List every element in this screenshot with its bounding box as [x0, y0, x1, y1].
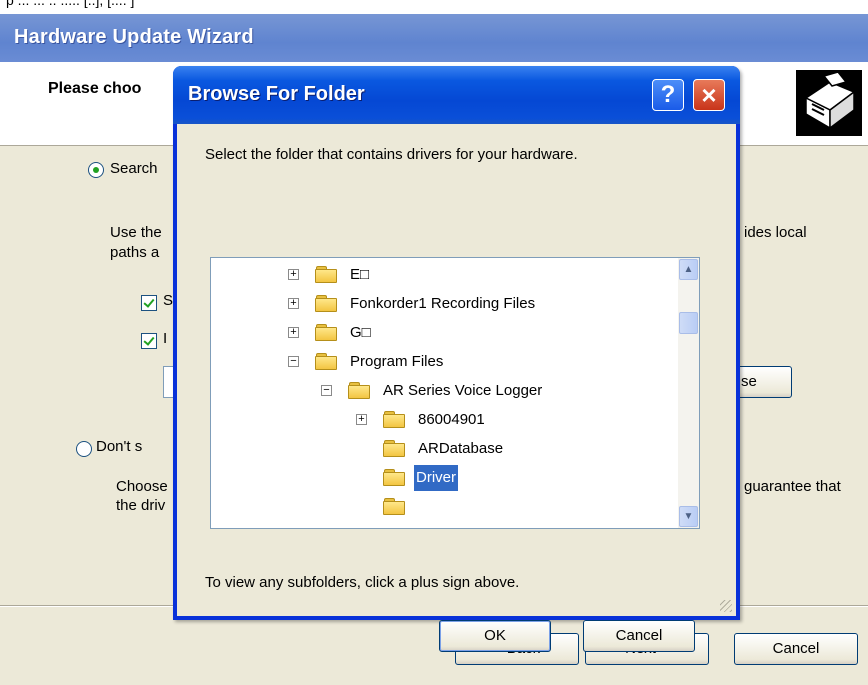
tree-item[interactable]: ARDatabase [211, 436, 671, 462]
tree-item-label: AR Series Voice Logger [383, 382, 543, 399]
scroll-up-icon[interactable]: ▲ [679, 259, 698, 280]
wizard-titlebar[interactable]: Hardware Update Wizard [0, 14, 868, 62]
folder-icon [348, 382, 370, 399]
dont-search-description-right: guarantee that [744, 478, 841, 495]
tree-item-label: G□ [350, 324, 371, 341]
dialog-hint: To view any subfolders, click a plus sig… [205, 574, 520, 591]
collapse-icon[interactable]: − [321, 385, 332, 396]
folder-tree[interactable]: + E□ + Fonkorder1 Recording Files + G□ −… [210, 257, 700, 529]
tree-item[interactable]: + 86004901 [211, 407, 671, 433]
search-description: Use the [110, 224, 162, 241]
scroll-down-icon[interactable]: ▼ [679, 506, 698, 527]
include-location-checkbox[interactable] [141, 333, 157, 349]
folder-icon [383, 498, 405, 515]
tree-item[interactable]: − Program Files [211, 349, 671, 375]
tree-item[interactable]: − AR Series Voice Logger [211, 378, 671, 404]
browse-for-folder-dialog: Browse For Folder ? × Select the folder … [173, 66, 740, 652]
expand-icon[interactable]: + [288, 327, 299, 338]
checkbox-label: I [163, 330, 168, 347]
tree-item-label: Fonkorder1 Recording Files [350, 295, 536, 312]
scroll-thumb[interactable] [679, 312, 698, 334]
background-text: p ... ... .. ..... [..], [.... ] [6, 0, 135, 8]
tree-item[interactable]: + Fonkorder1 Recording Files [211, 291, 671, 317]
resize-grip-icon[interactable] [720, 600, 732, 612]
hardware-icon [796, 70, 862, 136]
tree-item-label: E□ [350, 266, 370, 283]
tree-item-label: Program Files [350, 353, 444, 370]
expand-icon[interactable]: + [288, 269, 299, 280]
dont-search-description: Choose [116, 478, 168, 495]
dont-search-radio[interactable] [76, 441, 92, 457]
folder-icon [315, 353, 337, 370]
ok-button[interactable]: OK [439, 620, 551, 652]
tree-item[interactable]: + E□ [211, 262, 671, 288]
open-folder-icon [383, 469, 405, 486]
search-removable-checkbox[interactable] [141, 295, 157, 311]
search-option-label: Search [110, 160, 158, 177]
expand-icon[interactable]: + [356, 414, 367, 425]
folder-icon [315, 266, 337, 283]
dialog-body: Select the folder that contains drivers … [177, 124, 736, 652]
search-description-right: ides local [744, 224, 807, 241]
tree-item-partial[interactable] [211, 494, 671, 520]
tree-item-label: Driver [414, 465, 458, 491]
folder-icon [315, 324, 337, 341]
expand-icon[interactable]: + [288, 298, 299, 309]
folder-icon [383, 411, 405, 428]
collapse-icon[interactable]: − [288, 356, 299, 367]
dont-search-label: Don't s [96, 438, 143, 455]
dont-search-description-line2: the driv [116, 497, 166, 514]
tree-item-selected[interactable]: Driver [211, 465, 671, 491]
checkbox-label: S [163, 292, 174, 309]
search-radio[interactable] [88, 162, 104, 178]
search-description-line2: paths a [110, 244, 160, 261]
vertical-scrollbar[interactable]: ▲ ▼ [678, 258, 699, 528]
wizard-title: Hardware Update Wizard [14, 26, 254, 48]
background-text-strip: p ... ... .. ..... [..], [.... ] [0, 0, 868, 14]
wizard-cancel-button[interactable]: Cancel [734, 633, 858, 665]
tree-item-label: ARDatabase [418, 440, 504, 457]
dialog-title: Browse For Folder [188, 83, 365, 105]
close-icon[interactable]: × [693, 79, 725, 111]
dialog-cancel-button[interactable]: Cancel [583, 620, 695, 652]
dialog-titlebar[interactable]: Browse For Folder ? × [173, 66, 740, 124]
wizard-heading: Please choo [48, 80, 142, 97]
folder-icon [315, 295, 337, 312]
tree-item[interactable]: + G□ [211, 320, 671, 346]
help-icon[interactable]: ? [652, 79, 684, 111]
folder-icon [383, 440, 405, 457]
tree-item-label: 86004901 [418, 411, 485, 428]
dialog-description: Select the folder that contains drivers … [205, 146, 578, 163]
